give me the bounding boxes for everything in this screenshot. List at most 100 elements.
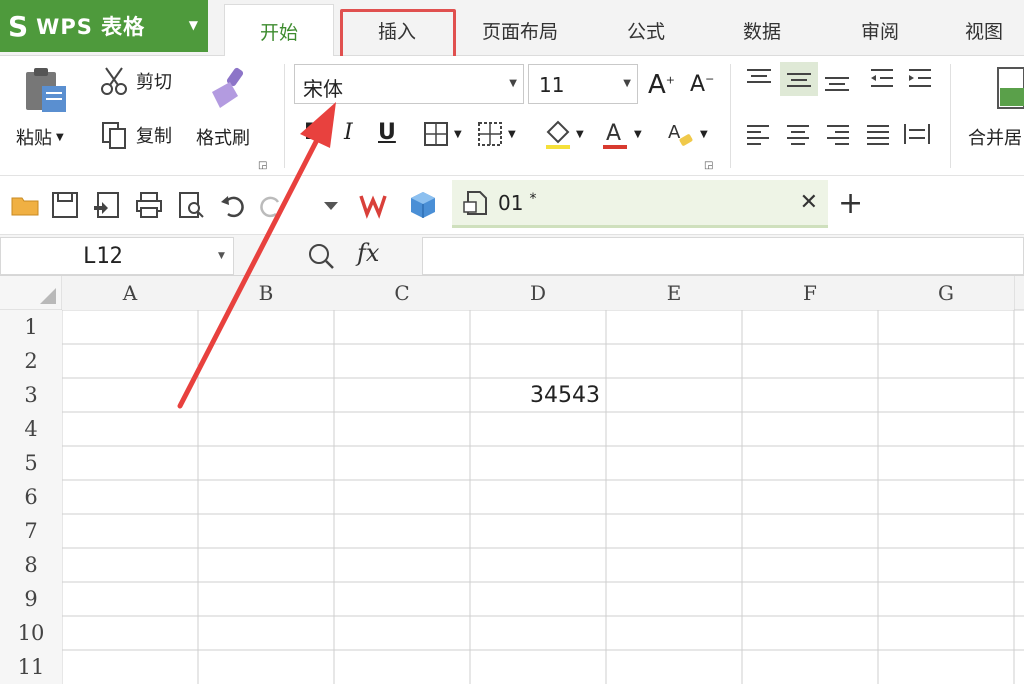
merge-center-button[interactable]: 合并居	[968, 124, 1022, 150]
column-header-d[interactable]: D	[470, 276, 606, 310]
clipboard-dialog-launcher[interactable]: ◲	[258, 160, 267, 171]
column-header-a[interactable]: A	[62, 276, 198, 310]
copy-label: 复制	[136, 126, 172, 147]
name-box[interactable]: L12	[0, 237, 234, 275]
cut-button[interactable]: 剪切	[100, 66, 172, 96]
fill-color-button[interactable]: ▼	[542, 118, 584, 150]
distributed-align-button[interactable]	[902, 122, 932, 146]
row-header-3[interactable]: 3	[0, 378, 62, 412]
chevron-down-icon[interactable]: ▼	[218, 251, 225, 261]
indent-icon	[909, 69, 931, 87]
border-icon	[424, 122, 448, 146]
undo-icon[interactable]	[218, 190, 248, 220]
decrease-indent-button[interactable]	[868, 66, 896, 92]
chevron-down-icon: ▼	[509, 78, 517, 89]
chevron-down-icon: ▼	[700, 128, 708, 140]
align-bottom-icon	[825, 77, 849, 91]
column-header-b[interactable]: B	[198, 276, 334, 310]
borders-button[interactable]: ▼	[422, 120, 462, 148]
decrease-font-size-button[interactable]: A−	[690, 72, 714, 97]
merge-cells-icon	[997, 67, 1024, 109]
increase-font-size-button[interactable]: A+	[648, 70, 675, 100]
open-folder-icon[interactable]	[10, 190, 40, 220]
row-header-2[interactable]: 2	[0, 344, 62, 378]
column-header-g[interactable]: G	[878, 276, 1014, 310]
save-icon[interactable]	[50, 190, 80, 220]
column-header-c[interactable]: C	[334, 276, 470, 310]
bold-button[interactable]: B	[304, 120, 321, 145]
outdent-icon	[871, 69, 893, 87]
tab-data[interactable]: 数据	[710, 6, 814, 54]
cell-style-button[interactable]: ▼	[476, 120, 516, 148]
row-header-8[interactable]: 8	[0, 548, 62, 582]
copy-button[interactable]: 复制	[100, 120, 172, 150]
distribute-icon	[904, 124, 930, 144]
spreadsheet-file-icon	[463, 190, 487, 215]
insert-function-fx-icon[interactable]: fx	[357, 239, 379, 267]
close-icon[interactable]: ✕	[800, 190, 818, 215]
paste-button[interactable]	[18, 64, 72, 118]
customize-toolbar-chevron-icon[interactable]	[316, 190, 346, 220]
chevron-down-icon: ▼	[634, 128, 642, 140]
wps-home-icon[interactable]	[358, 190, 388, 220]
paste-label-button[interactable]: 粘贴 ▼	[16, 124, 64, 150]
cell-d3[interactable]: 34543	[470, 378, 606, 412]
row-header-10[interactable]: 10	[0, 616, 62, 650]
cloud-docs-cube-icon[interactable]	[408, 190, 438, 220]
paint-brush-icon	[212, 67, 244, 108]
align-middle-button[interactable]	[780, 62, 818, 96]
zoom-search-icon[interactable]	[306, 241, 336, 271]
tab-page-layout[interactable]: 页面布局	[462, 6, 578, 54]
align-top-button[interactable]	[744, 66, 774, 92]
ribbon-separator	[730, 64, 731, 168]
justify-button[interactable]	[864, 122, 892, 146]
app-menu-button[interactable]: S WPS 表格 ▼	[0, 0, 208, 52]
align-center-icon	[787, 125, 809, 145]
export-pdf-icon[interactable]	[92, 190, 122, 220]
format-painter-icon-button[interactable]	[204, 66, 252, 112]
document-name: 01	[498, 190, 524, 215]
row-header-4[interactable]: 4	[0, 412, 62, 446]
svg-text:A: A	[668, 122, 681, 143]
align-right-icon	[827, 125, 849, 145]
font-dialog-launcher[interactable]: ◲	[704, 160, 713, 171]
print-icon[interactable]	[134, 190, 164, 220]
align-left-button[interactable]	[744, 122, 772, 146]
font-color-button[interactable]: A ▼	[600, 118, 642, 150]
column-header-f[interactable]: F	[742, 276, 878, 310]
column-header-e[interactable]: E	[606, 276, 742, 310]
row-header-9[interactable]: 9	[0, 582, 62, 616]
copy-icon	[102, 122, 126, 149]
tab-home[interactable]: 开始	[224, 4, 334, 58]
ribbon-separator	[284, 64, 285, 168]
formula-input[interactable]	[422, 237, 1024, 275]
chevron-down-icon: ▼	[576, 128, 584, 140]
align-center-button[interactable]	[784, 122, 812, 146]
merge-center-icon-button[interactable]	[996, 64, 1024, 112]
tab-formulas[interactable]: 公式	[594, 6, 698, 54]
format-painter-button[interactable]: 格式刷	[196, 124, 250, 150]
eraser-icon: A	[668, 122, 693, 146]
spreadsheet-grid[interactable]: A B C D E F G 1 2 3 4 5 6 7 8 9 10 11 34…	[0, 276, 1024, 684]
tab-view[interactable]: 视图	[944, 6, 1024, 54]
align-middle-icon	[787, 73, 811, 87]
tab-review[interactable]: 审阅	[828, 6, 932, 54]
increase-indent-button[interactable]	[906, 66, 934, 92]
row-header-6[interactable]: 6	[0, 480, 62, 514]
clear-format-button[interactable]: A ▼	[666, 118, 708, 150]
align-bottom-button[interactable]	[822, 68, 852, 94]
row-header-11[interactable]: 11	[0, 650, 62, 684]
font-name-select[interactable]: 宋体 ▼	[294, 64, 524, 104]
redo-icon[interactable]	[256, 190, 286, 220]
document-tab[interactable]: 01 * ✕	[452, 180, 828, 228]
underline-button[interactable]: U	[378, 120, 396, 145]
row-header-1[interactable]: 1	[0, 310, 62, 344]
row-header-5[interactable]: 5	[0, 446, 62, 480]
align-right-button[interactable]	[824, 122, 852, 146]
italic-button[interactable]: I	[344, 120, 353, 145]
print-preview-icon[interactable]	[176, 190, 206, 220]
font-size-select[interactable]: 11 ▼	[528, 64, 638, 104]
chevron-down-icon: ▼	[508, 128, 516, 140]
new-tab-plus-icon[interactable]: +	[838, 186, 863, 221]
row-header-7[interactable]: 7	[0, 514, 62, 548]
